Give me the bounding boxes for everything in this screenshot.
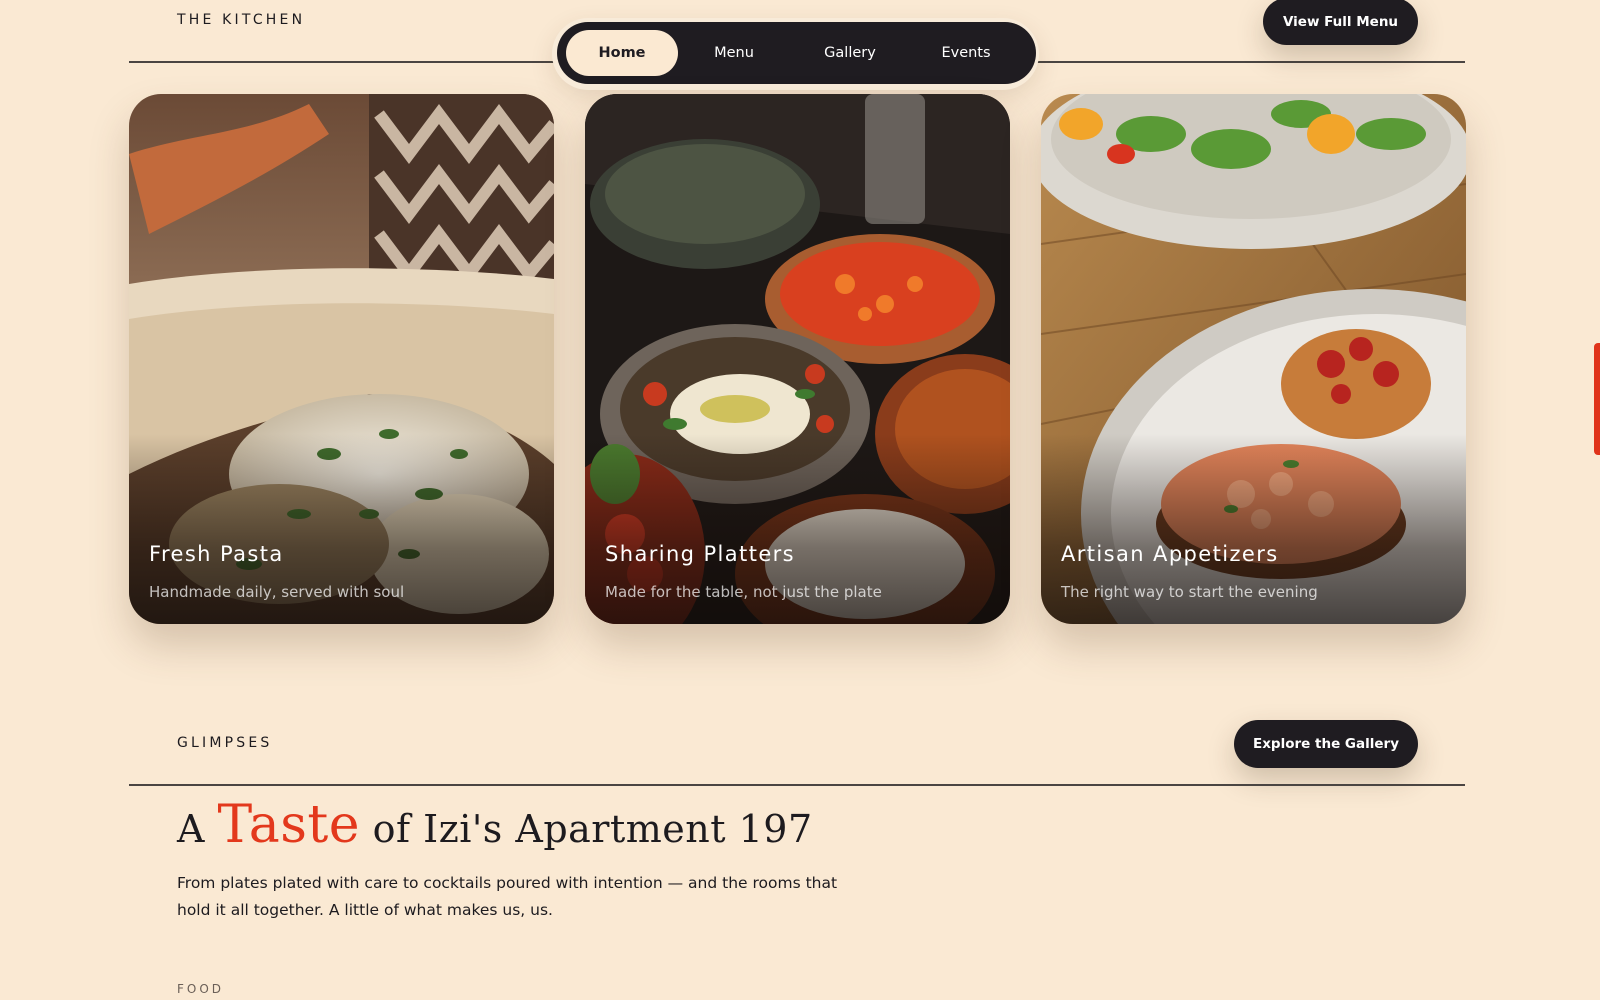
glimpses-divider bbox=[129, 784, 1465, 786]
nav-item-events[interactable]: Events bbox=[910, 30, 1022, 76]
headline-accent: Taste bbox=[217, 795, 361, 855]
scroll-indicator[interactable] bbox=[1594, 343, 1600, 455]
card-subtitle: Handmade daily, served with soul bbox=[149, 583, 405, 601]
headline-prefix: A bbox=[177, 807, 205, 851]
card-subtitle: Made for the table, not just the plate bbox=[605, 583, 882, 601]
nav-item-menu[interactable]: Menu bbox=[678, 30, 790, 76]
card-fresh-pasta[interactable]: Fresh Pasta Handmade daily, served with … bbox=[129, 94, 554, 624]
headline-suffix: of Izi's Apartment 197 bbox=[372, 807, 813, 851]
card-artisan-appetizers[interactable]: Artisan Appetizers The right way to star… bbox=[1041, 94, 1466, 624]
nav-item-gallery[interactable]: Gallery bbox=[794, 30, 906, 76]
main-nav: Home Menu Gallery Events bbox=[557, 22, 1036, 84]
card-title: Artisan Appetizers bbox=[1061, 542, 1279, 566]
glimpses-headline: A Taste of Izi's Apartment 197 bbox=[177, 795, 813, 855]
explore-gallery-button[interactable]: Explore the Gallery bbox=[1234, 720, 1418, 768]
card-sharing-platters[interactable]: Sharing Platters Made for the table, not… bbox=[585, 94, 1010, 624]
kitchen-section-label: THE KITCHEN bbox=[177, 12, 306, 28]
card-title: Sharing Platters bbox=[605, 542, 796, 566]
glimpses-intro: From plates plated with care to cocktail… bbox=[177, 874, 838, 919]
card-subtitle: The right way to start the evening bbox=[1061, 583, 1318, 601]
view-full-menu-button[interactable]: View Full Menu bbox=[1263, 0, 1418, 45]
glimpses-section-label: GLIMPSES bbox=[177, 735, 273, 751]
nav-item-home[interactable]: Home bbox=[566, 30, 678, 76]
food-category-label: FOOD bbox=[177, 982, 225, 996]
card-title: Fresh Pasta bbox=[149, 542, 284, 566]
